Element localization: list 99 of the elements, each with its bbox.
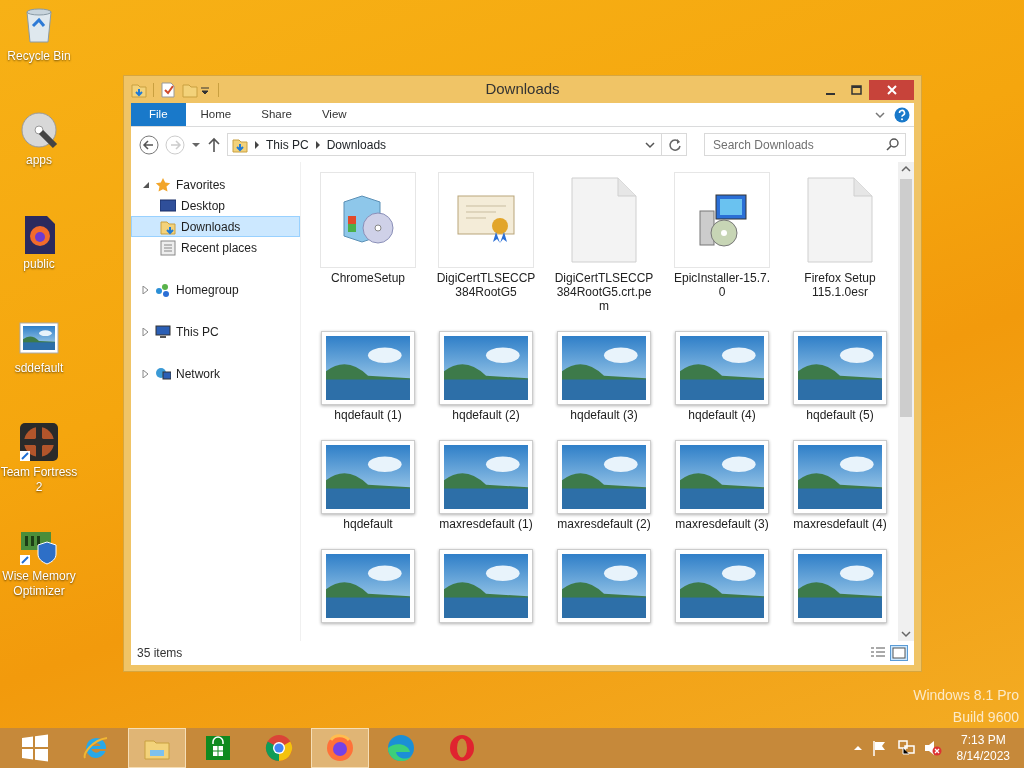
nav-label: Recent places bbox=[181, 239, 258, 257]
ribbon-tab[interactable]: Share bbox=[246, 103, 307, 126]
image-thumbnail[interactable] bbox=[675, 440, 769, 514]
refresh-icon[interactable] bbox=[668, 137, 682, 152]
computer-icon bbox=[155, 323, 171, 340]
nav-label: This PC bbox=[176, 323, 219, 341]
image-thumbnail[interactable] bbox=[675, 331, 769, 405]
large-icons-view-icon[interactable] bbox=[890, 645, 908, 661]
file-name[interactable]: Firefox Setup 115.1.0esr bbox=[790, 271, 890, 299]
file-name[interactable]: EpicInstaller-15.7.0 bbox=[672, 271, 772, 299]
opera-browser-icon bbox=[448, 734, 476, 762]
edge-browser-icon bbox=[387, 734, 415, 762]
nav-item[interactable]: Desktop bbox=[131, 195, 300, 216]
collapsed-arrow-icon[interactable] bbox=[142, 327, 150, 336]
nav-label: Desktop bbox=[181, 197, 226, 215]
firefox-browser-icon bbox=[326, 734, 354, 762]
file-name[interactable]: DigiCertTLSECCP384RootG5 bbox=[436, 271, 536, 299]
chevron-right-icon[interactable] bbox=[254, 140, 260, 149]
show-hidden-icons-icon[interactable] bbox=[852, 744, 863, 752]
file-name[interactable]: hqdefault (1) bbox=[318, 408, 418, 422]
homegroup-icon bbox=[155, 281, 171, 298]
file-name[interactable]: hqdefault (4) bbox=[672, 408, 772, 422]
image-thumbnail[interactable] bbox=[793, 549, 887, 623]
image-thumbnail[interactable] bbox=[321, 549, 415, 623]
scroll-down-icon[interactable] bbox=[901, 630, 911, 638]
nav-item[interactable]: Downloads bbox=[131, 216, 300, 237]
chevron-right-icon[interactable] bbox=[314, 140, 321, 149]
dropdown-caret-icon[interactable] bbox=[645, 139, 655, 150]
vertical-scrollbar[interactable] bbox=[898, 162, 914, 641]
nav-item[interactable]: Recent places bbox=[131, 237, 300, 258]
collapsed-arrow-icon[interactable] bbox=[142, 369, 150, 378]
file-name[interactable]: ChromeSetup bbox=[318, 271, 418, 285]
os-watermark-text: Build 9600 bbox=[951, 708, 1019, 727]
file-name[interactable]: maxresdefault (3) bbox=[672, 517, 772, 531]
nav-item[interactable]: Favorites bbox=[131, 174, 300, 195]
nav-label: Favorites bbox=[176, 176, 226, 194]
image-thumbnail[interactable] bbox=[321, 440, 415, 514]
back-icon[interactable] bbox=[139, 134, 159, 155]
file-name[interactable]: DigiCertTLSECCP384RootG5.crt.pem bbox=[554, 271, 654, 313]
image-thumbnail[interactable] bbox=[439, 549, 533, 623]
minimize-icon bbox=[825, 92, 835, 95]
file-name[interactable]: maxresdefault (4) bbox=[790, 517, 890, 531]
window-title: Downloads bbox=[485, 79, 560, 100]
file-name[interactable]: hqdefault (3) bbox=[554, 408, 654, 422]
image-thumbnail[interactable] bbox=[557, 549, 651, 623]
expanded-arrow-icon[interactable] bbox=[142, 180, 150, 189]
ribbon-tab[interactable]: Home bbox=[185, 103, 247, 126]
file-name[interactable]: maxresdefault (1) bbox=[436, 517, 536, 531]
nav-item[interactable]: This PC bbox=[131, 321, 300, 342]
nav-item[interactable]: Network bbox=[131, 363, 300, 384]
file-name[interactable]: hqdefault bbox=[318, 517, 418, 531]
ribbon-tab[interactable]: File bbox=[131, 103, 186, 126]
nav-label: Homegroup bbox=[176, 281, 239, 299]
game-logo-icon[interactable] bbox=[19, 422, 59, 462]
folder-download-icon bbox=[160, 218, 176, 235]
help-icon[interactable] bbox=[894, 106, 910, 123]
image-thumbnail[interactable] bbox=[793, 331, 887, 405]
maximize-icon bbox=[850, 84, 862, 95]
item-count: 35 items bbox=[137, 645, 183, 662]
breadcrumb-item[interactable]: Downloads bbox=[326, 135, 387, 154]
star-icon bbox=[155, 176, 171, 193]
search-box[interactable]: Search Downloads bbox=[704, 133, 906, 156]
store-bag-icon bbox=[204, 734, 232, 762]
image-thumbnail[interactable] bbox=[439, 440, 533, 514]
up-icon[interactable] bbox=[207, 136, 221, 153]
image-thumbnail[interactable] bbox=[557, 331, 651, 405]
address-bar[interactable]: This PC Downloads bbox=[227, 133, 687, 156]
monitor-icon bbox=[160, 197, 176, 214]
file-name[interactable]: hqdefault (2) bbox=[436, 408, 536, 422]
speaker-muted-icon[interactable] bbox=[923, 740, 942, 756]
nav-label: Network bbox=[176, 365, 220, 383]
recent-places-icon bbox=[160, 239, 176, 256]
image-thumbnail[interactable] bbox=[321, 331, 415, 405]
image-thumbnail[interactable] bbox=[439, 331, 533, 405]
close-icon bbox=[886, 84, 897, 95]
folder-download-icon bbox=[232, 136, 248, 153]
file-name[interactable]: maxresdefault (2) bbox=[554, 517, 654, 531]
nav-item[interactable]: Homegroup bbox=[131, 279, 300, 300]
breadcrumb-item[interactable]: This PC bbox=[266, 135, 309, 154]
image-thumbnail[interactable] bbox=[675, 549, 769, 623]
close-button[interactable] bbox=[869, 79, 914, 100]
image-thumbnail[interactable] bbox=[557, 440, 651, 514]
folder-download-icon[interactable] bbox=[131, 81, 147, 98]
network-icon bbox=[155, 365, 171, 382]
collapsed-arrow-icon[interactable] bbox=[142, 285, 150, 294]
nav-label: Downloads bbox=[181, 218, 241, 236]
ribbon-tab[interactable]: View bbox=[306, 103, 362, 126]
os-watermark-text: Windows 8.1 Pro bbox=[913, 686, 1019, 705]
scroll-up-icon[interactable] bbox=[901, 165, 911, 173]
network-icon[interactable] bbox=[896, 740, 915, 756]
chrome-browser-icon bbox=[265, 734, 293, 762]
windows-logo-icon bbox=[21, 734, 49, 762]
properties-icon[interactable] bbox=[160, 81, 176, 98]
file-name[interactable]: hqdefault (5) bbox=[790, 408, 890, 422]
image-thumbnail[interactable] bbox=[793, 440, 887, 514]
disc-icon[interactable] bbox=[19, 110, 59, 150]
action-center-flag-icon[interactable] bbox=[871, 740, 888, 756]
taskbar-app[interactable] bbox=[311, 728, 369, 768]
search-icon[interactable] bbox=[886, 138, 899, 151]
